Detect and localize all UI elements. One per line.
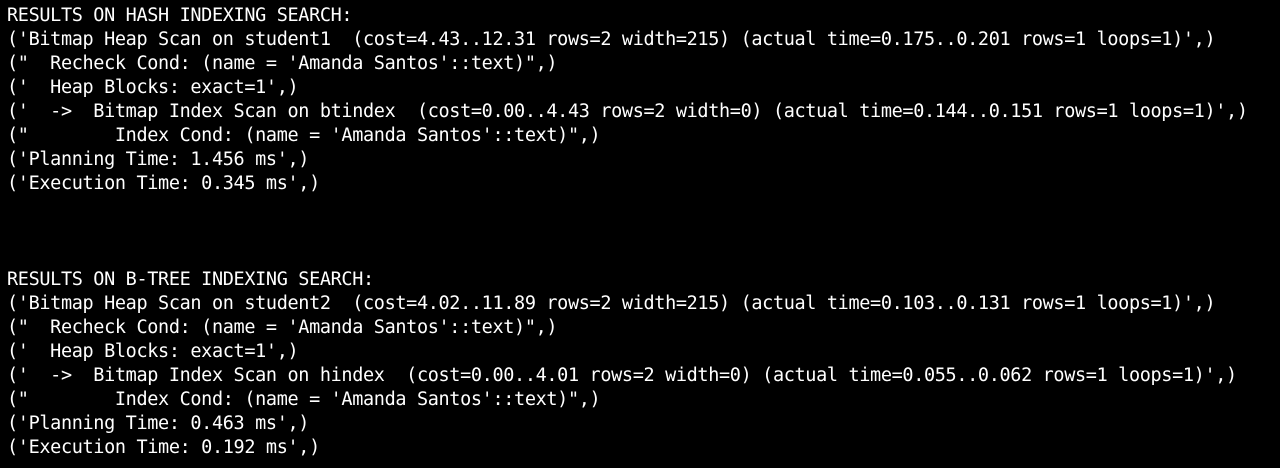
btree-execution-time-line: ('Execution Time: 0.192 ms',): [7, 437, 320, 458]
hash-heap-scan-line: ('Bitmap Heap Scan on student1 (cost=4.4…: [7, 29, 1216, 50]
hash-recheck-cond-line: (" Recheck Cond: (name = 'Amanda Santos'…: [7, 53, 558, 74]
btree-heap-scan-line: ('Bitmap Heap Scan on student2 (cost=4.0…: [7, 293, 1216, 314]
btree-index-cond-line: (" Index Cond: (name = 'Amanda Santos'::…: [7, 389, 601, 410]
btree-planning-time-line: ('Planning Time: 0.463 ms',): [7, 413, 310, 434]
hash-index-cond-line: (" Index Cond: (name = 'Amanda Santos'::…: [7, 125, 601, 146]
btree-index-scan-line: (' -> Bitmap Index Scan on hindex (cost=…: [7, 365, 1237, 386]
btree-heap-blocks-line: (' Heap Blocks: exact=1',): [7, 341, 299, 362]
terminal-output: RESULTS ON HASH INDEXING SEARCH: ('Bitma…: [0, 0, 1280, 468]
hash-results-heading: RESULTS ON HASH INDEXING SEARCH:: [7, 5, 353, 26]
btree-results-block: RESULTS ON B-TREE INDEXING SEARCH: ('Bit…: [7, 268, 1280, 460]
hash-planning-time-line: ('Planning Time: 1.456 ms',): [7, 149, 310, 170]
hash-results-block: RESULTS ON HASH INDEXING SEARCH: ('Bitma…: [7, 4, 1280, 196]
btree-recheck-cond-line: (" Recheck Cond: (name = 'Amanda Santos'…: [7, 317, 558, 338]
btree-results-heading: RESULTS ON B-TREE INDEXING SEARCH:: [7, 269, 374, 290]
hash-index-scan-line: (' -> Bitmap Index Scan on btindex (cost…: [7, 101, 1248, 122]
hash-execution-time-line: ('Execution Time: 0.345 ms',): [7, 173, 320, 194]
blank-gap: [7, 196, 1280, 268]
hash-heap-blocks-line: (' Heap Blocks: exact=1',): [7, 77, 299, 98]
